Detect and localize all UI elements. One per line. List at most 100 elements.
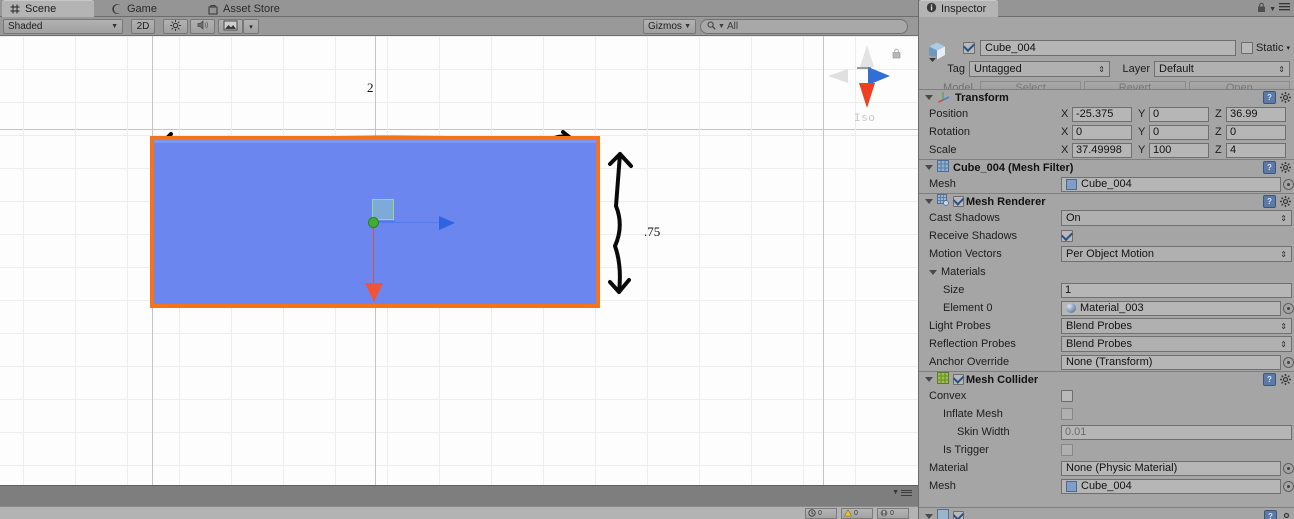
hamburger-icon[interactable] (1279, 3, 1290, 15)
scale-x-input[interactable]: 37.49998 (1072, 142, 1132, 158)
mesh-renderer-enabled-checkbox[interactable] (953, 196, 964, 207)
transform-scale-row: Scale X 37.49998 Y 100 Z 4 (919, 141, 1294, 159)
gizmo-axis-z-arrow[interactable] (439, 216, 455, 230)
convex-checkbox[interactable] (1061, 390, 1073, 402)
scene-viewport[interactable]: 2 .75 Iso (0, 36, 918, 485)
inflate-mesh-checkbox[interactable] (1061, 408, 1073, 420)
mesh-object-field[interactable]: Cube_004 (1061, 176, 1281, 192)
rotation-x-input[interactable]: 0 (1072, 124, 1132, 140)
rotation-z-input[interactable]: 0 (1226, 124, 1286, 140)
help-icon[interactable]: ? (1263, 373, 1276, 386)
object-enabled-checkbox[interactable] (963, 41, 975, 54)
toggle-2d-button[interactable]: 2D (131, 19, 155, 34)
object-picker-icon[interactable] (1283, 178, 1294, 190)
help-icon[interactable]: ? (1264, 509, 1277, 519)
foldout-arrow-icon[interactable] (929, 269, 937, 275)
convex-row: Convex (919, 387, 1294, 405)
collider-mesh-object-field[interactable]: Cube_004 (1061, 478, 1281, 494)
foldout-arrow-icon[interactable] (925, 165, 933, 170)
component-enabled-checkbox-partial[interactable] (953, 510, 964, 519)
console-warning-count-button[interactable]: 0 (841, 508, 873, 519)
help-icon[interactable]: ? (1263, 161, 1276, 174)
object-picker-icon[interactable] (1283, 480, 1294, 492)
gizmo-axis-z-line[interactable] (379, 222, 444, 223)
anchor-override-object-field[interactable]: None (Transform) (1061, 354, 1281, 370)
gear-icon[interactable] (1280, 196, 1291, 207)
component-header-transform[interactable]: Transform ? (919, 89, 1294, 105)
materials-size-input[interactable]: 1 (1061, 282, 1292, 298)
position-z-input[interactable]: 36.99 (1226, 106, 1286, 122)
mesh-collider-enabled-checkbox[interactable] (953, 374, 964, 385)
component-header-partial[interactable]: ? (919, 507, 1294, 519)
object-picker-icon[interactable] (1283, 462, 1294, 474)
gizmo-axis-y-line[interactable] (373, 225, 374, 287)
tab-inspector[interactable]: Inspector (919, 0, 999, 17)
game-pad-icon (111, 3, 123, 15)
receive-shadows-checkbox[interactable] (1061, 230, 1073, 242)
foldout-arrow-icon[interactable] (925, 95, 933, 100)
lock-icon[interactable] (892, 48, 901, 59)
material-object-field[interactable]: Material_003 (1061, 300, 1281, 316)
component-header-mesh-renderer[interactable]: Mesh Renderer ? (919, 193, 1294, 209)
static-toggle[interactable]: Static ▾ (1240, 41, 1290, 54)
sun-icon (169, 19, 182, 35)
gizmo-axis-y-arrow[interactable] (365, 283, 383, 302)
object-picker-icon[interactable] (1283, 302, 1294, 314)
effects-dropdown-button[interactable]: ▾ (243, 19, 259, 34)
gizmos-dropdown[interactable]: Gizmos ▼ (643, 19, 696, 34)
console-log-count-button[interactable]: 0 (805, 508, 837, 519)
gear-icon[interactable] (1280, 92, 1291, 103)
physic-material-object-field[interactable]: None (Physic Material) (1061, 460, 1281, 476)
tab-scene[interactable]: Scene (2, 0, 94, 17)
object-name-input[interactable]: Cube_004 (980, 39, 1236, 56)
skin-width-input[interactable]: 0.01 (1061, 424, 1292, 440)
gizmo-center-handle[interactable] (368, 217, 379, 228)
object-picker-icon[interactable] (1283, 356, 1294, 368)
foldout-arrow-icon[interactable] (925, 377, 933, 382)
foldout-arrow-icon[interactable] (925, 513, 933, 519)
gizmo-x-axis-cone[interactable] (828, 69, 848, 83)
lock-icon[interactable] (1257, 2, 1266, 16)
gear-icon[interactable] (1281, 510, 1292, 519)
scene-search-input[interactable]: ▼ All (700, 19, 908, 34)
gizmo-y-axis-cone[interactable] (860, 45, 874, 67)
object-name-row: Cube_004 Static ▾ (963, 39, 1290, 56)
reflection-probes-dropdown[interactable]: Blend Probes ⇕ (1061, 336, 1292, 352)
scene-panel-menu-button[interactable]: ▼ (892, 488, 912, 497)
rotation-y-input[interactable]: 0 (1149, 124, 1209, 140)
gizmo-projection-label[interactable]: Iso (854, 113, 875, 125)
scale-y-input[interactable]: 100 (1149, 142, 1209, 158)
light-probes-dropdown[interactable]: Blend Probes ⇕ (1061, 318, 1292, 334)
tab-asset-store[interactable]: Asset Store (200, 0, 312, 17)
component-header-mesh-filter[interactable]: Cube_004 (Mesh Filter) ? (919, 159, 1294, 175)
layer-dropdown[interactable]: Default ⇕ (1154, 61, 1290, 77)
chevron-down-icon[interactable]: ▾ (1286, 44, 1290, 52)
help-icon[interactable]: ? (1263, 195, 1276, 208)
component-header-mesh-collider[interactable]: Mesh Collider ? (919, 371, 1294, 387)
position-x-input[interactable]: -25.375 (1072, 106, 1132, 122)
help-icon[interactable]: ? (1263, 91, 1276, 104)
audio-toggle-button[interactable] (190, 19, 215, 34)
tab-game[interactable]: Game (104, 0, 182, 17)
effects-toggle-button[interactable] (218, 19, 243, 34)
gizmo-neg-y-axis-cone[interactable] (859, 83, 875, 108)
scene-view-orientation-gizmo[interactable]: Iso (828, 45, 902, 140)
static-checkbox[interactable] (1240, 41, 1253, 54)
physic-material-value: None (Physic Material) (1066, 462, 1178, 474)
position-y-input[interactable]: 0 (1149, 106, 1209, 122)
cast-shadows-dropdown[interactable]: On ⇕ (1061, 210, 1292, 226)
is-trigger-checkbox[interactable] (1061, 444, 1073, 456)
materials-foldout-row[interactable]: Materials (919, 263, 1294, 281)
console-error-count-button[interactable]: 0 (877, 508, 909, 519)
transform-move-gizmo[interactable] (355, 195, 465, 310)
shading-mode-dropdown[interactable]: Shaded ▼ (3, 19, 123, 34)
foldout-arrow-icon[interactable] (925, 199, 933, 204)
gear-icon[interactable] (1280, 162, 1291, 173)
tag-dropdown[interactable]: Untagged ⇕ (969, 61, 1110, 77)
gear-icon[interactable] (1280, 374, 1291, 385)
scale-z-input[interactable]: 4 (1226, 142, 1286, 158)
motion-vectors-dropdown[interactable]: Per Object Motion ⇕ (1061, 246, 1292, 262)
search-filter-chevron-icon[interactable]: ▼ (718, 23, 725, 30)
lighting-toggle-button[interactable] (163, 19, 188, 34)
chevron-down-icon[interactable]: ▼ (1269, 6, 1276, 13)
